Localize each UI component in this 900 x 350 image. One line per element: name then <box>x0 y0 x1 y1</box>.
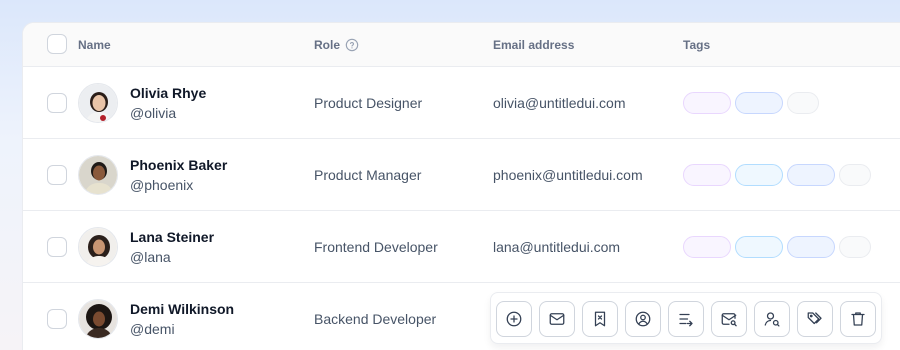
column-header-email[interactable]: Email address <box>493 23 574 67</box>
tag-badge[interactable] <box>839 236 871 258</box>
table-row[interactable]: Olivia Rhye @olivia Product Designer oli… <box>23 67 900 139</box>
tag-badge[interactable] <box>683 236 731 258</box>
tag-badge[interactable] <box>787 92 819 114</box>
list-arrow-icon <box>679 313 693 327</box>
avatar <box>78 227 118 267</box>
user-role: Product Manager <box>314 167 422 183</box>
tag-badge[interactable] <box>683 92 731 114</box>
tag-badge[interactable] <box>839 164 871 186</box>
tag-list <box>683 164 871 186</box>
tags-icon <box>807 312 822 325</box>
delete-button[interactable] <box>840 301 876 337</box>
add-button[interactable] <box>496 301 532 337</box>
bulk-action-toolbar <box>490 292 882 344</box>
tags-button[interactable] <box>797 301 833 337</box>
tag-badge[interactable] <box>735 164 783 186</box>
user-role: Backend Developer <box>314 311 437 327</box>
user-role: Product Designer <box>314 95 423 111</box>
profile-button[interactable] <box>625 301 661 337</box>
user-name: Lana Steiner <box>130 229 215 245</box>
user-name: Demi Wilkinson <box>130 301 235 317</box>
tag-badge[interactable] <box>787 236 835 258</box>
mail-search-icon <box>721 313 737 327</box>
avatar <box>78 155 118 195</box>
column-header-name[interactable]: Name <box>78 23 111 67</box>
column-header-role-label: Role <box>314 38 341 52</box>
user-handle: @phoenix <box>130 177 194 193</box>
user-handle: @lana <box>130 249 171 265</box>
tag-list <box>683 236 871 258</box>
tag-badge[interactable] <box>683 164 731 186</box>
user-name: Phoenix Baker <box>130 157 228 173</box>
user-search-icon <box>764 312 780 327</box>
tag-badge[interactable] <box>735 92 783 114</box>
help-circle-icon[interactable] <box>345 38 359 52</box>
avatar <box>78 83 118 123</box>
user-name: Olivia Rhye <box>130 85 207 101</box>
user-circle-icon <box>635 311 651 327</box>
move-button[interactable] <box>668 301 704 337</box>
table-row[interactable]: Phoenix Baker @phoenix Product Manager p… <box>23 139 900 211</box>
plus-circle-icon <box>506 311 522 327</box>
remove-bookmark-button[interactable] <box>582 301 618 337</box>
bookmark-x-icon <box>594 311 606 327</box>
user-handle: @olivia <box>130 105 177 121</box>
column-header-role[interactable]: Role <box>314 23 359 67</box>
user-email: olivia@untitledui.com <box>493 95 626 111</box>
column-header-tags[interactable]: Tags <box>683 23 710 67</box>
row-checkbox[interactable] <box>47 165 67 185</box>
search-email-button[interactable] <box>711 301 747 337</box>
tag-list <box>683 92 819 114</box>
row-checkbox[interactable] <box>47 93 67 113</box>
trash-icon <box>851 312 865 326</box>
tag-badge[interactable] <box>735 236 783 258</box>
user-email: phoenix@untitledui.com <box>493 167 643 183</box>
row-checkbox[interactable] <box>47 309 67 329</box>
user-email: lana@untitledui.com <box>493 239 621 255</box>
user-handle: @demi <box>130 321 175 337</box>
avatar <box>78 299 118 339</box>
mail-icon <box>549 313 565 325</box>
table-header: Name Role Email address Tags <box>23 23 900 67</box>
email-button[interactable] <box>539 301 575 337</box>
row-checkbox[interactable] <box>47 237 67 257</box>
select-all-checkbox[interactable] <box>47 34 67 54</box>
user-role: Frontend Developer <box>314 239 438 255</box>
tag-badge[interactable] <box>787 164 835 186</box>
search-user-button[interactable] <box>754 301 790 337</box>
table-row[interactable]: Lana Steiner @lana Frontend Developer la… <box>23 211 900 283</box>
